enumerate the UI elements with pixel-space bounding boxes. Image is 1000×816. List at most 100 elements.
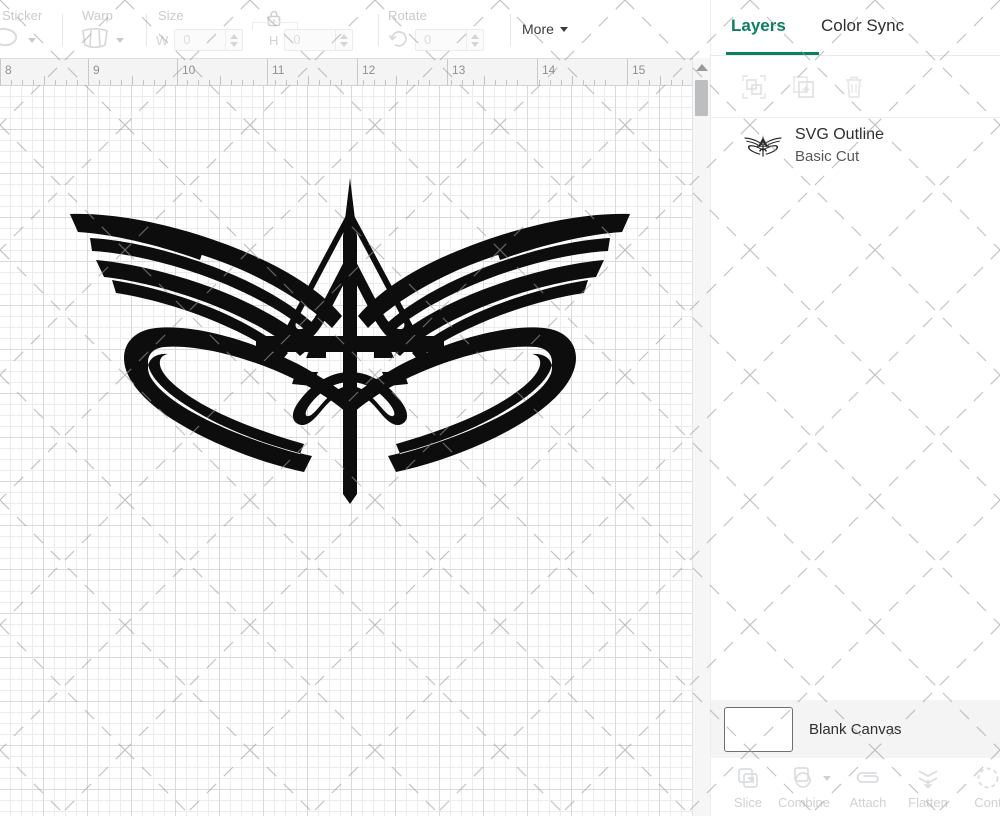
ruler-major-line xyxy=(88,59,89,86)
design-canvas[interactable] xyxy=(0,86,692,816)
ruler-minor-tick xyxy=(253,80,254,85)
width-stepper[interactable] xyxy=(226,29,243,51)
ruler-minor-tick xyxy=(154,80,155,85)
active-tab-indicator xyxy=(726,52,819,55)
slice-tool[interactable]: Slice xyxy=(719,764,777,810)
toolbar-group-warp[interactable]: Warp xyxy=(74,0,144,58)
height-prefix-label: H xyxy=(269,33,278,48)
sticker-label: Sticker xyxy=(2,8,42,23)
warp-control[interactable] xyxy=(80,28,124,52)
lock-closed-icon xyxy=(264,8,284,28)
ruler-major-line xyxy=(357,59,358,86)
layer-title: SVG Outline xyxy=(795,125,884,145)
canvas-vertical-scrollbar[interactable] xyxy=(692,58,710,816)
stepper-down-icon[interactable] xyxy=(471,42,479,47)
ruler-minor-tick xyxy=(187,80,188,85)
ruler-minor-tick xyxy=(605,80,606,85)
ruler-minor-tick xyxy=(242,80,243,85)
chevron-down-icon[interactable] xyxy=(116,38,124,43)
duplicate-button[interactable] xyxy=(787,70,821,104)
delete-button[interactable] xyxy=(837,70,871,104)
ruler-minor-tick xyxy=(396,76,397,85)
toolbar-group-sticker[interactable]: Sticker xyxy=(0,0,62,58)
stepper-up-icon[interactable] xyxy=(230,34,238,39)
warp-icon[interactable] xyxy=(80,27,110,54)
ruler-minor-tick xyxy=(55,80,56,85)
lock-bracket-top xyxy=(252,22,298,23)
rotate-icon[interactable] xyxy=(388,28,410,53)
ruler-minor-tick xyxy=(110,80,111,85)
more-button[interactable]: More xyxy=(522,21,568,37)
toolbar-divider-4 xyxy=(510,14,511,46)
ruler-minor-tick xyxy=(132,76,133,85)
ruler-minor-tick xyxy=(671,80,672,85)
ruler-minor-tick xyxy=(550,80,551,85)
rotate-control[interactable]: 0 xyxy=(388,28,484,52)
toolbar-group-size: Size W 0 H xyxy=(156,0,376,58)
size-height-control[interactable]: H 0 xyxy=(269,28,353,52)
combine-tool[interactable]: Combine xyxy=(775,764,833,810)
layer-row-svg-outline[interactable]: SVG Outline Basic Cut xyxy=(711,118,1000,174)
scrollbar-thumb[interactable] xyxy=(695,80,708,116)
ruler-mark: 9 xyxy=(93,63,100,77)
ruler-major-line xyxy=(267,59,268,86)
ruler-minor-tick xyxy=(462,80,463,85)
chevron-down-icon[interactable] xyxy=(28,38,36,43)
width-input[interactable]: 0 xyxy=(174,29,226,51)
ruler-minor-tick xyxy=(451,80,452,85)
design-app-window: Sticker Warp xyxy=(0,0,1000,816)
stepper-down-icon[interactable] xyxy=(340,42,348,47)
group-button[interactable] xyxy=(737,70,771,104)
chevron-up-icon[interactable] xyxy=(696,64,708,71)
ruler-minor-tick xyxy=(583,80,584,85)
ruler-minor-tick xyxy=(231,80,232,85)
ruler-minor-tick xyxy=(363,80,364,85)
layer-list: SVG Outline Basic Cut xyxy=(711,118,1000,703)
ruler-mark: 10 xyxy=(182,63,195,77)
rotate-stepper[interactable] xyxy=(467,29,484,51)
tab-color-sync[interactable]: Color Sync xyxy=(821,16,904,36)
right-panel: Layers Color Sync xyxy=(710,0,1000,816)
toolbar-divider-1 xyxy=(62,14,63,46)
rotate-input[interactable]: 0 xyxy=(415,29,467,51)
combine-icon xyxy=(775,764,833,792)
height-input[interactable]: 0 xyxy=(284,29,336,51)
blank-canvas-label: Blank Canvas xyxy=(809,721,902,738)
height-stepper[interactable] xyxy=(336,29,353,51)
chevron-down-icon[interactable] xyxy=(560,27,568,32)
winged-emblem-artwork[interactable] xyxy=(60,176,640,506)
attach-tool[interactable]: Attach xyxy=(839,764,897,810)
ruler-major-line xyxy=(537,59,538,86)
ruler-minor-tick xyxy=(209,80,210,85)
ruler-minor-tick xyxy=(308,76,309,85)
toolbar-group-more[interactable]: More xyxy=(522,0,602,58)
flatten-label: Flatten xyxy=(899,795,957,810)
toolbar-divider-3 xyxy=(378,14,379,46)
sticker-control[interactable] xyxy=(0,28,36,52)
ruler-mark: 14 xyxy=(542,63,555,77)
group-icon xyxy=(741,74,767,100)
ruler-minor-tick xyxy=(484,76,485,85)
flatten-tool[interactable]: Flatten xyxy=(899,764,957,810)
ruler-minor-tick xyxy=(649,80,650,85)
toolbar-group-rotate: Rotate 0 xyxy=(388,0,508,58)
stepper-down-icon[interactable] xyxy=(230,42,238,47)
ruler-major-line xyxy=(0,59,1,86)
ruler-minor-tick xyxy=(286,80,287,85)
ruler-minor-tick xyxy=(33,80,34,85)
stepper-up-icon[interactable] xyxy=(471,34,479,39)
blank-canvas-thumbnail xyxy=(724,707,793,752)
ruler-minor-tick xyxy=(297,80,298,85)
stepper-up-icon[interactable] xyxy=(340,34,348,39)
layer-action-bar xyxy=(711,56,1000,118)
chevron-down-icon[interactable] xyxy=(823,776,831,781)
ruler-minor-tick xyxy=(539,80,540,85)
blank-canvas-row[interactable]: Blank Canvas xyxy=(711,700,1000,758)
contour-tool[interactable]: Cont xyxy=(959,764,1000,810)
layer-subtitle: Basic Cut xyxy=(795,147,884,167)
ruler-mark: 15 xyxy=(632,63,645,77)
sticker-icon[interactable] xyxy=(0,27,22,54)
tab-layers[interactable]: Layers xyxy=(731,16,786,36)
size-width-control[interactable]: W 0 xyxy=(156,28,243,52)
ruler-minor-tick xyxy=(11,80,12,85)
